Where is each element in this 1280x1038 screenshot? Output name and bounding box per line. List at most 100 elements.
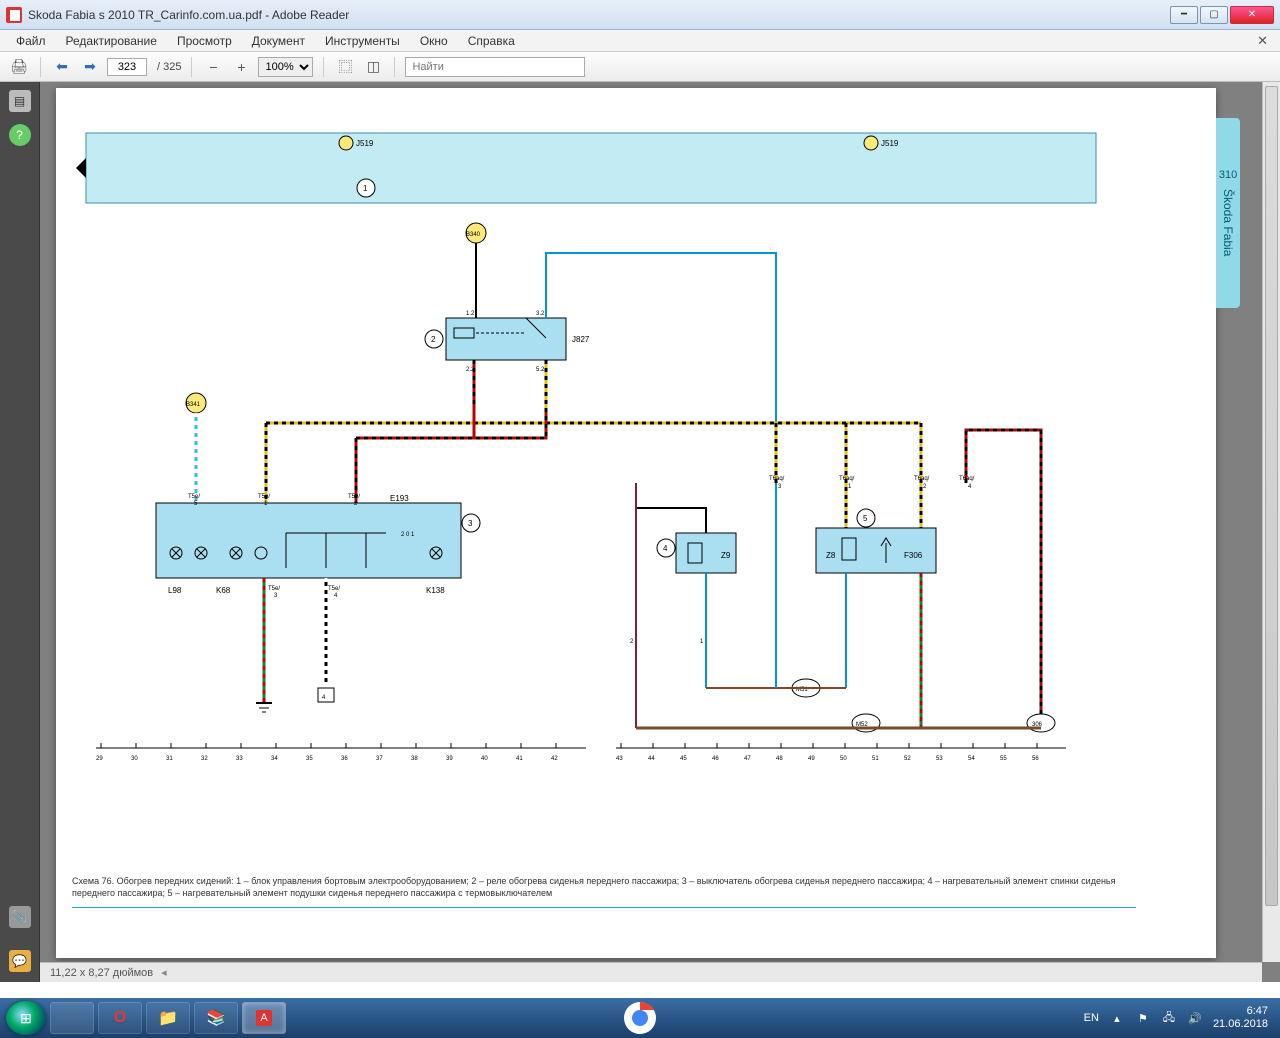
menu-bar: Файл Редактирование Просмотр Документ Ин…: [0, 30, 1280, 52]
svg-text:3: 3: [274, 593, 278, 599]
figure-caption: Схема 76. Обогрев передних сидений: 1 – …: [72, 875, 1136, 908]
svg-text:38: 38: [411, 756, 418, 762]
svg-text:47: 47: [744, 756, 751, 762]
svg-text:40: 40: [481, 756, 488, 762]
pin-1-2: 1.2: [466, 311, 475, 317]
window-titlebar: Skoda Fabia s 2010 TR_Carinfo.com.ua.pdf…: [0, 0, 1280, 30]
svg-text:T6aq/: T6aq/: [959, 476, 975, 482]
pin-t5e4: T5e/: [328, 586, 340, 592]
svg-text:32: 32: [201, 756, 208, 762]
page-number-label: 310: [1219, 169, 1237, 181]
task-chrome[interactable]: [50, 1002, 94, 1034]
svg-text:1: 1: [848, 484, 852, 490]
document-close-icon[interactable]: ✕: [1251, 33, 1274, 49]
label-B340: B340: [466, 232, 481, 238]
window-controls: ━ ▢ ✕: [1170, 6, 1274, 24]
label-F306: F306: [904, 551, 923, 560]
menu-view[interactable]: Просмотр: [167, 32, 242, 50]
callout-5: 5: [863, 514, 868, 523]
label-E193: E193: [390, 494, 409, 503]
separator: [323, 57, 324, 77]
svg-text:53: 53: [936, 756, 943, 762]
help-icon[interactable]: ?: [9, 124, 31, 146]
svg-text:37: 37: [376, 756, 383, 762]
page-margin-tab: 310 Škoda Fabia: [1216, 118, 1240, 308]
label-B341: B341: [186, 402, 201, 408]
prev-page-icon[interactable]: ⬅: [51, 56, 73, 78]
svg-text:34: 34: [271, 756, 278, 762]
menu-edit[interactable]: Редактирование: [56, 32, 167, 50]
svg-text:4: 4: [968, 484, 972, 490]
svg-text:29: 29: [96, 756, 103, 762]
print-icon[interactable]: 🖨: [8, 56, 30, 78]
separator: [40, 57, 41, 77]
pin-t5e5: T5e/: [188, 494, 200, 500]
pin-t5e2: T5e/: [348, 494, 360, 500]
maximize-button[interactable]: ▢: [1200, 6, 1228, 24]
attachments-icon[interactable]: 📎: [9, 906, 31, 928]
callout-1: 1: [363, 184, 368, 193]
menu-window[interactable]: Окно: [410, 32, 458, 50]
svg-text:T6aq/: T6aq/: [769, 476, 785, 482]
ref-j519-left: J519: [356, 139, 374, 148]
label-K138: K138: [426, 586, 445, 595]
caption-rule: [72, 907, 1136, 908]
svg-text:48: 48: [776, 756, 783, 762]
zoom-select[interactable]: 100%: [258, 57, 313, 77]
page-number-input[interactable]: [107, 58, 147, 76]
label-201: 2 0 1: [401, 532, 415, 538]
menu-tools[interactable]: Инструменты: [315, 32, 410, 50]
label-Z9: Z9: [721, 551, 731, 560]
callout-3: 3: [468, 519, 473, 528]
svg-text:46: 46: [712, 756, 719, 762]
svg-text:51: 51: [872, 756, 879, 762]
svg-text:36: 36: [341, 756, 348, 762]
pin-n1: 1: [700, 639, 704, 645]
separator: [394, 57, 395, 77]
svg-text:4: 4: [334, 593, 338, 599]
page-dimensions: 11,22 x 8,27 дюймов: [50, 967, 153, 979]
pin-5-2: 5.2: [536, 367, 545, 373]
pdf-page: 310 Škoda Fabia J519 J519 1 B340 2 J827: [56, 88, 1216, 958]
callout-4: 4: [663, 544, 668, 553]
next-page-icon[interactable]: ➡: [79, 56, 101, 78]
adobe-reader-icon: [6, 7, 22, 23]
pin-t5e3: T5e/: [268, 586, 280, 592]
scrollbar-thumb[interactable]: [1265, 86, 1278, 906]
label-J827: J827: [572, 335, 590, 344]
svg-text:3: 3: [778, 484, 782, 490]
menu-help[interactable]: Справка: [458, 32, 525, 50]
svg-text:49: 49: [808, 756, 815, 762]
svg-text:39: 39: [446, 756, 453, 762]
minimize-button[interactable]: ━: [1170, 6, 1198, 24]
wiring-diagram: J519 J519 1 B340 2 J827 1.2 3.2 2.2 5.2: [56, 88, 1216, 958]
svg-text:T6aq/: T6aq/: [914, 476, 930, 482]
menu-document[interactable]: Документ: [242, 32, 315, 50]
find-input[interactable]: [405, 57, 585, 77]
svg-text:55: 55: [1000, 756, 1007, 762]
svg-text:56: 56: [1032, 756, 1039, 762]
label-L98: L98: [168, 586, 182, 595]
vertical-scrollbar[interactable]: [1262, 82, 1280, 962]
zoom-out-icon[interactable]: −: [202, 56, 224, 78]
svg-text:43: 43: [616, 756, 623, 762]
comments-icon[interactable]: 💬: [9, 950, 31, 972]
marquee-zoom-icon[interactable]: ⿴: [334, 56, 356, 78]
taskbar: ⊞ O 📁 📚 A EN ▴ ⚑ 🖧 🔊 6:47 21.06.2018: [0, 998, 1280, 1038]
chevron-left-icon[interactable]: ◂: [161, 966, 167, 979]
document-viewport: 310 Škoda Fabia J519 J519 1 B340 2 J827: [40, 82, 1280, 982]
pages-panel-icon[interactable]: ▤: [9, 90, 31, 112]
label-K68: K68: [216, 586, 231, 595]
svg-text:31: 31: [166, 756, 173, 762]
svg-text:33: 33: [236, 756, 243, 762]
close-button[interactable]: ✕: [1230, 6, 1274, 24]
pin-t5e1: T5e/: [258, 494, 270, 500]
zoom-in-icon[interactable]: +: [230, 56, 252, 78]
svg-text:44: 44: [648, 756, 655, 762]
svg-text:52: 52: [904, 756, 911, 762]
svg-text:30: 30: [131, 756, 138, 762]
fit-page-icon[interactable]: ◫: [362, 56, 384, 78]
pin-3-2: 3.2: [536, 311, 545, 317]
menu-file[interactable]: Файл: [6, 32, 56, 50]
label-Z8: Z8: [826, 551, 836, 560]
